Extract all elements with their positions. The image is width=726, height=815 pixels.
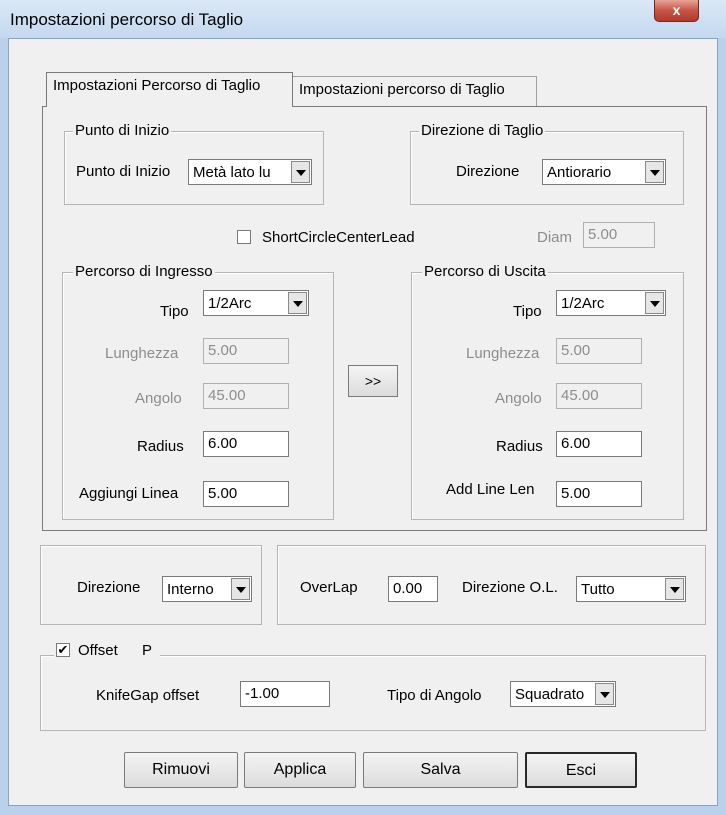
window-title: Impostazioni percorso di Taglio [10,10,244,29]
apply-button[interactable]: Applica [244,752,356,788]
overlap-direction-label: Direzione O.L. [462,579,558,596]
short-circle-label: ShortCircleCenterLead [262,229,415,246]
overlap-field[interactable]: 0.00 [388,576,438,602]
group-title: Percorso di Uscita [422,263,548,280]
chevron-down-icon[interactable] [291,161,310,183]
chevron-down-icon[interactable] [595,683,614,705]
copy-lead-in-to-out-button[interactable]: >> [348,365,398,397]
lead-in-angle-label: Angolo [135,390,182,407]
start-point-value: Metà lato lu [193,164,271,181]
lead-in-add-line-field[interactable]: 5.00 [203,481,289,507]
chevron-down-icon[interactable] [645,292,664,314]
lead-in-type-value: 1/2Arc [208,295,252,312]
lead-out-angle-field[interactable]: 45.00 [556,383,642,409]
tab-cut-path-settings-2[interactable]: Impostazioni percorso di Taglio [292,76,537,106]
knifegap-label: KnifeGap offset [96,687,200,704]
direction-label: Direzione [77,579,141,596]
lead-out-type-value: 1/2Arc [561,295,605,312]
lead-in-length-field[interactable]: 5.00 [203,338,289,364]
lead-out-length-field[interactable]: 5.00 [556,338,642,364]
checkmark-icon: ✔ [57,642,69,657]
tab-cut-path-settings[interactable]: Impostazioni Percorso di Taglio [46,72,293,107]
lead-out-type-label: Tipo [513,303,542,320]
lead-out-radius-label: Radius [496,438,543,455]
cut-direction-value: Antiorario [547,164,612,181]
chevron-down-icon[interactable] [231,578,250,600]
start-point-label: Punto di Inizio [76,163,171,180]
corner-type-label: Tipo di Angolo [387,687,482,704]
lead-in-type-select[interactable]: 1/2Arc [203,290,309,316]
cut-direction-label: Direzione [456,163,520,180]
diam-label: Diam [537,229,573,246]
save-button-label: Salva [420,761,461,778]
chevron-down-icon[interactable] [645,161,664,183]
diam-field[interactable]: 5.00 [583,222,655,248]
lead-out-type-select[interactable]: 1/2Arc [556,290,666,316]
cut-direction-select[interactable]: Antiorario [542,159,666,185]
remove-button[interactable]: Rimuovi [124,752,238,788]
chevron-down-icon[interactable] [665,578,684,600]
overlap-direction-value: Tutto [581,581,615,598]
corner-type-select[interactable]: Squadrato [510,681,616,707]
copy-button-label: >> [364,373,382,389]
tab-label: Impostazioni Percorso di Taglio [53,77,261,94]
lead-out-angle-label: Angolo [495,390,542,407]
lead-out-radius-field[interactable]: 6.00 [556,431,642,457]
close-icon: x [672,2,681,18]
lead-in-type-label: Tipo [160,303,189,320]
lead-out-add-line-label: Add Line Len [446,481,535,498]
offset-checkbox-label: Offset [78,642,118,659]
corner-type-value: Squadrato [515,686,585,703]
group-title: Percorso di Ingresso [73,263,215,280]
start-point-select[interactable]: Metà lato lu [188,159,312,185]
remove-button-label: Rimuovi [152,761,210,778]
group-title: Punto di Inizio [73,122,172,139]
lead-in-radius-label: Radius [137,438,184,455]
direction-value: Interno [167,581,214,598]
knifegap-field[interactable]: -1.00 [240,681,330,707]
direction-select[interactable]: Interno [162,576,252,602]
apply-button-label: Applica [273,761,327,778]
lead-in-length-label: Lunghezza [105,345,179,362]
save-button[interactable]: Salva [363,752,518,788]
lead-out-add-line-field[interactable]: 5.00 [556,481,642,507]
overlap-label: OverLap [300,579,358,596]
short-circle-checkbox[interactable] [237,230,251,244]
exit-button[interactable]: Esci [525,752,637,788]
lead-in-radius-field[interactable]: 6.00 [203,431,289,457]
overlap-direction-select[interactable]: Tutto [576,576,686,602]
offset-extra-label: P [142,642,153,659]
lead-out-length-label: Lunghezza [466,345,540,362]
offset-checkbox[interactable]: ✔ [56,643,70,657]
group-title: Direzione di Taglio [419,122,546,139]
tab-label: Impostazioni percorso di Taglio [299,81,505,98]
exit-button-label: Esci [565,762,597,779]
lead-in-angle-field[interactable]: 45.00 [203,383,289,409]
close-button[interactable]: x [654,0,699,22]
lead-in-add-line-label: Aggiungi Linea [79,485,179,502]
title-bar[interactable]: Impostazioni percorso di Taglio x [0,0,726,38]
chevron-down-icon[interactable] [288,292,307,314]
